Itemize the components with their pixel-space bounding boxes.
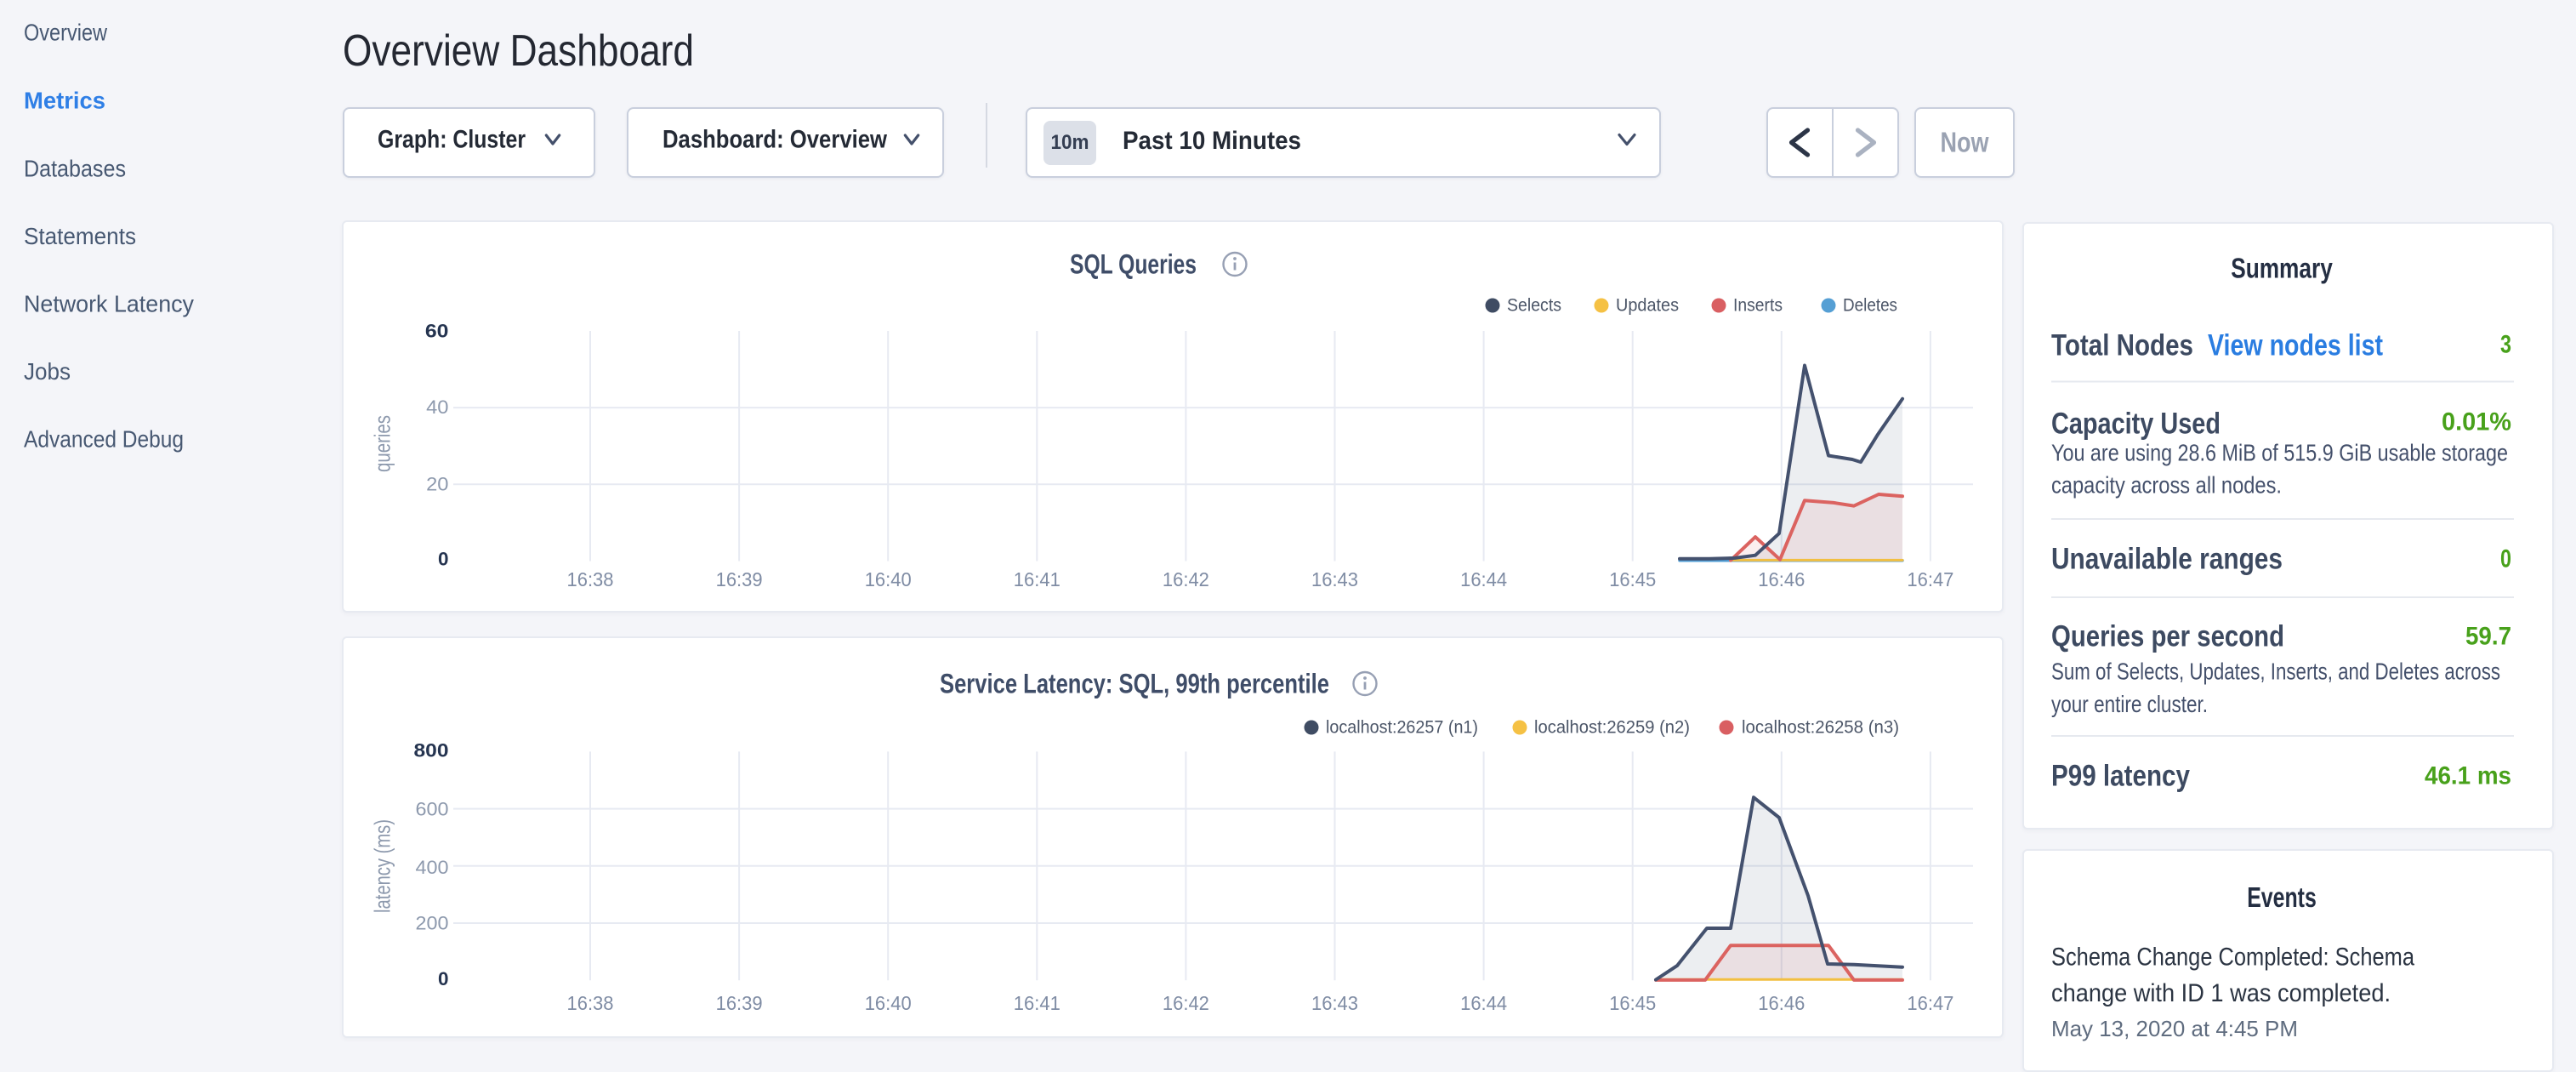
svg-text:localhost:26257 (n1): localhost:26257 (n1) — [1326, 718, 1478, 738]
svg-text:16:42: 16:42 — [1163, 568, 1209, 590]
svg-text:Deletes: Deletes — [1843, 296, 1897, 316]
svg-text:Sum of Selects, Updates, Inser: Sum of Selects, Updates, Inserts, and De… — [2051, 659, 2500, 685]
svg-text:May 13, 2020 at 4:45 PM: May 13, 2020 at 4:45 PM — [2051, 1016, 2298, 1041]
svg-text:Events: Events — [2247, 881, 2317, 913]
svg-text:You are using 28.6 MiB of 515.: You are using 28.6 MiB of 515.9 GiB usab… — [2051, 440, 2508, 466]
svg-text:Network Latency: Network Latency — [24, 291, 194, 317]
svg-text:16:39: 16:39 — [716, 992, 763, 1014]
svg-text:localhost:26259 (n2): localhost:26259 (n2) — [1534, 718, 1690, 738]
svg-text:16:42: 16:42 — [1163, 992, 1209, 1014]
svg-text:Inserts: Inserts — [1733, 296, 1783, 316]
svg-text:Total Nodes: Total Nodes — [2051, 329, 2193, 362]
svg-text:Dashboard: Overview: Dashboard: Overview — [662, 126, 888, 154]
svg-text:Updates: Updates — [1616, 296, 1679, 316]
svg-text:View nodes list: View nodes list — [2208, 329, 2383, 362]
svg-text:0.01%: 0.01% — [2442, 408, 2511, 436]
svg-text:16:44: 16:44 — [1460, 568, 1507, 590]
svg-text:Past 10 Minutes: Past 10 Minutes — [1123, 127, 1301, 155]
svg-text:16:43: 16:43 — [1311, 568, 1358, 590]
svg-text:16:40: 16:40 — [865, 568, 912, 590]
svg-text:Capacity Used: Capacity Used — [2051, 408, 2221, 441]
svg-text:3: 3 — [2500, 331, 2511, 359]
svg-text:P99 latency: P99 latency — [2051, 760, 2190, 793]
svg-text:Summary: Summary — [2231, 253, 2333, 284]
svg-text:Metrics: Metrics — [24, 88, 105, 114]
svg-text:16:47: 16:47 — [1907, 992, 1953, 1014]
svg-text:16:41: 16:41 — [1014, 568, 1061, 590]
svg-text:Statements: Statements — [24, 223, 136, 249]
svg-text:Advanced Debug: Advanced Debug — [24, 426, 184, 453]
svg-text:200: 200 — [416, 913, 449, 934]
svg-text:16:45: 16:45 — [1609, 568, 1656, 590]
svg-text:your entire cluster.: your entire cluster. — [2051, 691, 2208, 717]
svg-text:Now: Now — [1941, 127, 1989, 158]
svg-text:16:38: 16:38 — [567, 568, 614, 590]
svg-text:change with ID 1 was completed: change with ID 1 was completed. — [2051, 979, 2391, 1007]
svg-text:Databases: Databases — [24, 156, 126, 182]
svg-text:0: 0 — [438, 968, 449, 989]
svg-text:60: 60 — [425, 321, 449, 342]
svg-text:800: 800 — [414, 740, 449, 761]
svg-text:Selects: Selects — [1507, 296, 1561, 316]
svg-text:Service Latency: SQL, 99th per: Service Latency: SQL, 99th percentile — [940, 669, 1329, 699]
svg-text:Overview Dashboard: Overview Dashboard — [343, 26, 694, 76]
svg-text:59.7: 59.7 — [2465, 623, 2511, 651]
svg-text:16:41: 16:41 — [1014, 992, 1061, 1014]
svg-text:Queries per second: Queries per second — [2051, 620, 2284, 653]
svg-text:capacity across all nodes.: capacity across all nodes. — [2051, 472, 2282, 499]
svg-text:20: 20 — [426, 474, 448, 495]
svg-text:Overview: Overview — [24, 20, 107, 46]
svg-text:16:39: 16:39 — [716, 568, 763, 590]
svg-text:400: 400 — [416, 857, 449, 878]
svg-text:16:45: 16:45 — [1609, 992, 1656, 1014]
svg-text:Schema Change Completed: Schem: Schema Change Completed: Schema — [2051, 944, 2414, 972]
svg-text:16:43: 16:43 — [1311, 992, 1358, 1014]
svg-text:latency (ms): latency (ms) — [370, 819, 395, 913]
svg-text:0: 0 — [438, 549, 449, 570]
svg-text:16:47: 16:47 — [1907, 568, 1953, 590]
svg-text:16:46: 16:46 — [1758, 568, 1805, 590]
svg-text:Jobs: Jobs — [24, 358, 71, 385]
svg-text:600: 600 — [416, 799, 449, 820]
svg-text:localhost:26258 (n3): localhost:26258 (n3) — [1742, 718, 1899, 738]
svg-text:SQL Queries: SQL Queries — [1070, 249, 1197, 280]
svg-text:40: 40 — [426, 396, 448, 418]
svg-text:16:38: 16:38 — [567, 992, 614, 1014]
svg-text:10m: 10m — [1051, 131, 1089, 154]
svg-text:Unavailable ranges: Unavailable ranges — [2051, 543, 2283, 576]
svg-text:46.1 ms: 46.1 ms — [2425, 762, 2511, 790]
svg-text:Graph: Cluster: Graph: Cluster — [378, 126, 526, 154]
svg-text:queries: queries — [370, 415, 395, 472]
svg-text:16:44: 16:44 — [1460, 992, 1507, 1014]
svg-text:0: 0 — [2500, 545, 2511, 573]
svg-text:16:46: 16:46 — [1758, 992, 1805, 1014]
svg-text:16:40: 16:40 — [865, 992, 912, 1014]
